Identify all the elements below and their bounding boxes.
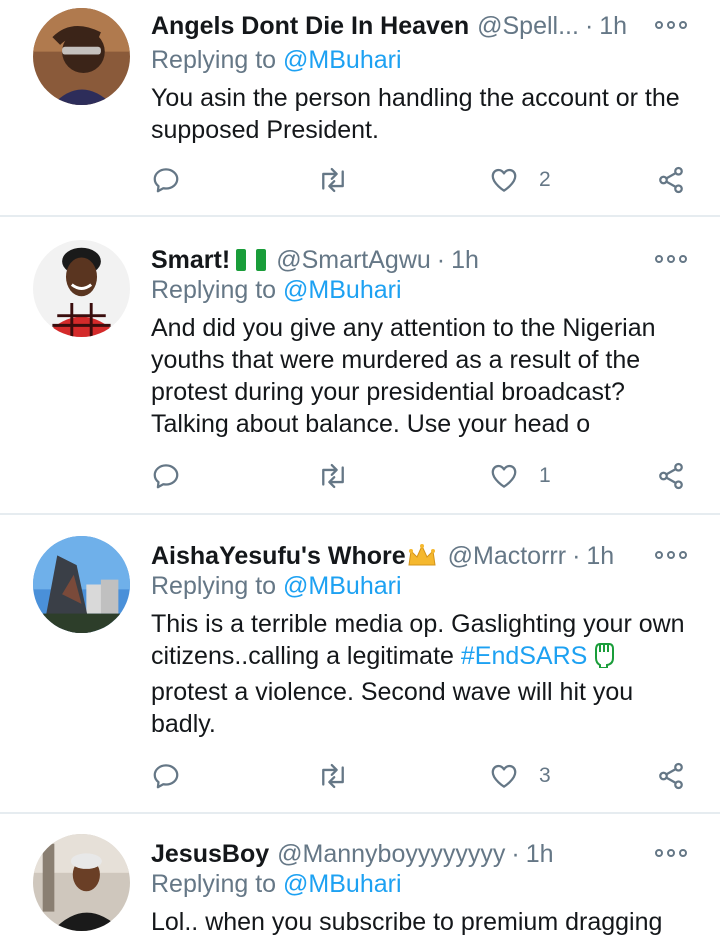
mention-link[interactable]: @MBuhari <box>283 46 401 74</box>
timestamp[interactable]: 1h <box>599 12 627 41</box>
crown-icon <box>406 543 438 569</box>
display-name[interactable]: Angels Dont Die In Heaven <box>151 12 469 41</box>
more-options-icon[interactable] <box>655 18 687 32</box>
share-icon <box>659 166 683 194</box>
like-button[interactable]: 1 <box>489 458 551 494</box>
separator: · <box>436 245 446 274</box>
share-button[interactable] <box>656 162 686 198</box>
replying-to: Replying to @MBuhari <box>151 46 402 75</box>
avatar[interactable] <box>33 240 130 337</box>
retweet-button[interactable] <box>316 458 350 494</box>
retweet-button[interactable] <box>316 162 350 198</box>
avatar-image <box>33 536 130 633</box>
tweet-header: AishaYesufu's Whore @Mactorrr · 1h <box>151 536 640 576</box>
tweet[interactable]: JesusBoy @Mannyboyyyyyyyy · 1h Replying … <box>0 834 720 937</box>
separator: · <box>572 541 581 570</box>
timestamp[interactable]: 1h <box>586 542 614 571</box>
avatar-image <box>33 8 130 105</box>
reply-button[interactable] <box>151 162 181 198</box>
more-options-icon[interactable] <box>655 548 687 562</box>
mention-link[interactable]: @MBuhari <box>283 572 401 600</box>
raised-fist-icon <box>593 640 615 676</box>
tweet[interactable]: Smart! @SmartAgwu · 1h Replying to @MBuh… <box>0 240 720 510</box>
user-handle[interactable]: @Spell... <box>477 12 579 41</box>
replying-to: Replying to @MBuhari <box>151 572 402 601</box>
display-name[interactable]: Smart! <box>151 246 230 275</box>
heart-icon <box>491 168 517 192</box>
tweet-text-part: protest a violence. Second wave will hit… <box>151 678 634 738</box>
divider <box>0 812 720 814</box>
user-handle[interactable]: @SmartAgwu <box>276 246 431 275</box>
more-options-icon[interactable] <box>655 846 687 860</box>
like-count: 1 <box>539 464 551 487</box>
avatar[interactable] <box>33 8 130 105</box>
timestamp[interactable]: 1h <box>451 246 479 275</box>
separator: · <box>584 11 594 40</box>
reply-feed: Angels Dont Die In Heaven @Spell... · 1h… <box>0 0 720 937</box>
like-count: 2 <box>539 168 551 191</box>
retweet-icon <box>322 463 344 489</box>
avatar-image <box>33 240 130 337</box>
retweet-icon <box>322 763 344 789</box>
retweet-button[interactable] <box>316 758 350 794</box>
heart-icon <box>491 764 517 788</box>
avatar-image <box>33 834 130 931</box>
hashtag-link[interactable]: #EndSARS <box>461 642 587 670</box>
like-button[interactable]: 3 <box>489 758 551 794</box>
nigeria-flag-icon <box>236 249 267 271</box>
reply-icon <box>153 464 179 489</box>
tweet[interactable]: AishaYesufu's Whore @Mactorrr · 1h Reply… <box>0 536 720 808</box>
reply-button[interactable] <box>151 758 181 794</box>
replying-to-label: Replying to <box>151 276 284 304</box>
user-handle[interactable]: @Mactorrr <box>448 542 566 571</box>
divider <box>0 215 720 217</box>
avatar[interactable] <box>33 834 130 931</box>
tweet-header: JesusBoy @Mannyboyyyyyyyy · 1h <box>151 834 640 874</box>
action-bar: 3 <box>0 758 720 794</box>
avatar[interactable] <box>33 536 130 633</box>
separator: · <box>511 839 520 868</box>
share-button[interactable] <box>656 758 686 794</box>
like-count: 3 <box>539 764 551 787</box>
mention-link[interactable]: @MBuhari <box>283 276 401 304</box>
tweet-text: This is a terrible media op. Gaslighting… <box>151 608 691 740</box>
reply-button[interactable] <box>151 458 181 494</box>
replying-to-label: Replying to <box>151 870 284 898</box>
like-button[interactable]: 2 <box>489 162 551 198</box>
share-icon <box>659 762 683 790</box>
replying-to-label: Replying to <box>151 46 284 74</box>
tweet-header: Angels Dont Die In Heaven @Spell... · 1h <box>151 6 640 46</box>
mention-link[interactable]: @MBuhari <box>283 870 401 898</box>
user-handle[interactable]: @Mannyboyyyyyyyy <box>277 840 505 869</box>
replying-to-label: Replying to <box>151 572 284 600</box>
display-name[interactable]: AishaYesufu's Whore <box>151 542 406 571</box>
action-bar: 1 <box>0 458 720 494</box>
reply-icon <box>153 764 179 789</box>
timestamp[interactable]: 1h <box>526 840 554 869</box>
tweet[interactable]: Angels Dont Die In Heaven @Spell... · 1h… <box>0 6 720 216</box>
retweet-icon <box>322 167 344 193</box>
heart-icon <box>491 464 517 488</box>
action-bar: 2 <box>0 162 720 198</box>
tweet-header: Smart! @SmartAgwu · 1h <box>151 240 640 280</box>
divider <box>0 513 720 515</box>
tweet-text: You asin the person handling the account… <box>151 84 680 144</box>
tweet-text: And did you give any attention to the Ni… <box>151 314 656 438</box>
more-options-icon[interactable] <box>655 252 687 266</box>
tweet-text: Lol.. when you subscribe to premium drag… <box>151 908 663 936</box>
reply-icon <box>153 168 179 193</box>
display-name[interactable]: JesusBoy <box>151 840 269 869</box>
replying-to: Replying to @MBuhari <box>151 276 402 305</box>
share-icon <box>659 462 683 490</box>
share-button[interactable] <box>656 458 686 494</box>
replying-to: Replying to @MBuhari <box>151 870 402 899</box>
